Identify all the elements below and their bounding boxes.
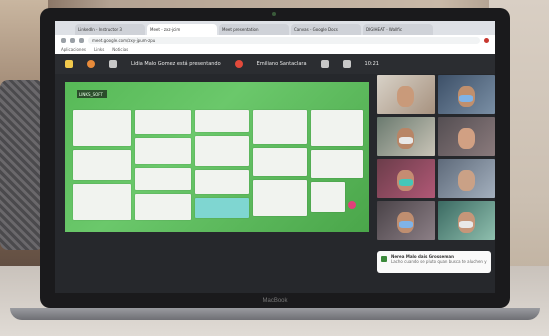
participant-tile[interactable] [377,201,435,240]
board-note [253,180,307,216]
participant-tile[interactable] [377,159,435,198]
browser-tab-bar: LinkedIn - Instructor 3 Meet - zxz-jcim … [55,21,495,35]
participant-grid [377,75,495,247]
avatar [87,60,95,68]
notification-text: Lacho cuando se pluto quan busca te aluc… [391,259,487,264]
webcam [272,12,276,16]
board-note [195,170,249,194]
board-note [73,150,131,180]
clock: 10:21 [364,61,379,67]
address-bar: meet.google.com/zxy-jpum-zpu [55,35,495,46]
board-note [73,110,131,146]
url-input[interactable]: meet.google.com/zxy-jpum-zpu [88,37,480,44]
bookmarks-bar: Aplicaciones Links Noticias [55,46,495,54]
bookmark-item[interactable]: Noticias [112,47,128,53]
laptop-brand: MacBook [262,298,288,304]
board-note [195,110,249,132]
knitted-blanket [0,80,44,250]
chat-notification[interactable]: Nerea Malo dais Grosseman Lacho cuando s… [377,251,491,273]
board-note [135,168,191,190]
browser-tab[interactable]: Canvas - Google Docs [291,24,361,35]
activities-icon[interactable] [342,60,351,68]
browser-tab[interactable]: Meet presentation [219,24,289,35]
shared-padlet-board: LINKS_SOFT [65,82,369,232]
presenting-label: Lidia Malo Gomez está presentando [131,61,221,67]
participant-tile[interactable] [437,159,495,198]
laptop-screen: LinkedIn - Instructor 3 Meet - zxz-jcim … [55,21,495,293]
profile-avatar[interactable] [484,38,489,43]
participant-tile[interactable] [437,201,495,240]
board-note [73,184,131,220]
grid-icon[interactable] [320,60,329,68]
board-note [253,110,307,144]
board-title: LINKS_SOFT [77,90,107,98]
add-post-button[interactable] [348,201,356,209]
board-note [135,194,191,220]
reload-icon[interactable] [79,38,84,43]
record-icon [234,60,243,68]
board-note [195,136,249,166]
presenter-name: Emiliano Santaclara [256,61,307,67]
browser-tab[interactable]: LinkedIn - Instructor 3 [75,24,145,35]
board-note [311,110,363,146]
chat-icon [381,256,387,262]
participant-tile[interactable] [437,75,495,114]
participant-tile[interactable] [377,117,435,156]
participant-tile[interactable] [437,117,495,156]
board-note [311,182,345,212]
participant-tile[interactable] [377,75,435,114]
laptop-lid: LinkedIn - Instructor 3 Meet - zxz-jcim … [40,8,510,308]
laptop-base [10,308,540,320]
browser-tab-active[interactable]: Meet - zxz-jcim [147,24,217,35]
bookmark-item[interactable]: Aplicaciones [61,47,86,53]
meet-top-bar: Lidia Malo Gomez está presentando Emilia… [55,54,495,74]
forward-icon[interactable] [70,38,75,43]
board-note [311,150,363,178]
bookmark-item[interactable]: Links [94,47,104,53]
board-note [253,148,307,176]
board-note [195,198,249,218]
captions-icon[interactable] [109,60,117,68]
board-note [135,110,191,134]
browser-tab[interactable]: DIGIHEAT - Wallfic [363,24,433,35]
hand-icon[interactable] [65,60,73,68]
board-note [135,138,191,164]
back-icon[interactable] [61,38,66,43]
